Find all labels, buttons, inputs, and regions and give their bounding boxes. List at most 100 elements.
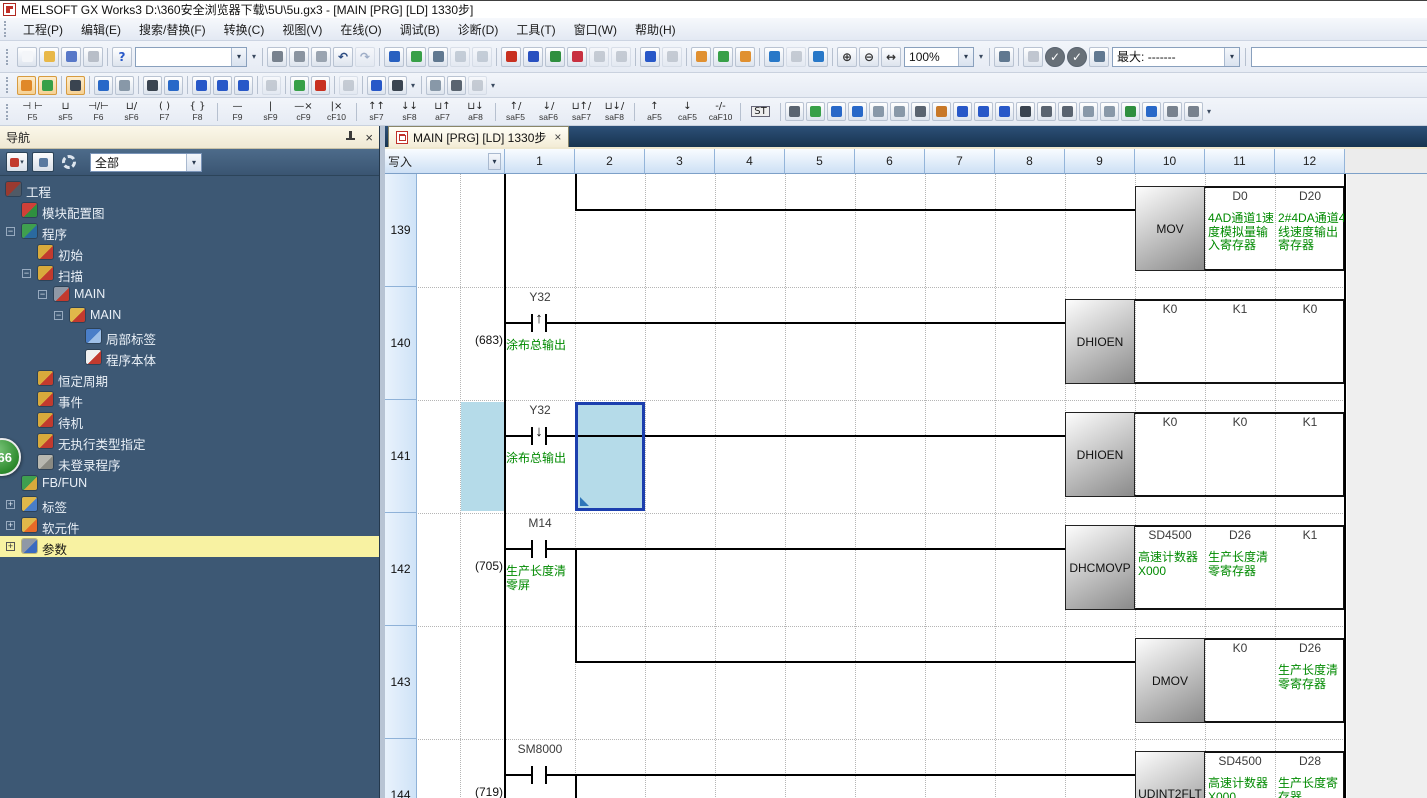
label-edit-icon[interactable] (290, 76, 309, 95)
convert-check-2-icon[interactable]: ✓ (1067, 47, 1087, 67)
menu-item[interactable]: 转换(C) (215, 18, 274, 41)
ladder-symbol-saF6[interactable]: ↓/saF6 (532, 99, 565, 124)
tree-expand-icon[interactable]: − (6, 227, 15, 236)
tree-expand-icon[interactable]: + (6, 542, 15, 551)
sampling-trace-icon[interactable] (262, 76, 281, 95)
device-entry-monitor-icon[interactable] (213, 76, 232, 95)
tab-close-icon[interactable]: × (554, 130, 561, 144)
tree-item-标签[interactable]: +标签 (0, 494, 379, 515)
instruction-DHCMOVP[interactable]: DHCMOVP (1065, 525, 1135, 610)
menu-item[interactable]: 帮助(H) (626, 18, 685, 41)
menu-item[interactable]: 在线(O) (331, 18, 390, 41)
menu-item[interactable]: 工具(T) (507, 18, 564, 41)
device-comment-edit-icon[interactable] (953, 102, 972, 121)
device-record-stop-icon[interactable] (662, 47, 682, 67)
note-edit-icon[interactable] (848, 102, 867, 121)
ladder-symbol-aF8[interactable]: ⊔↓aF8 (459, 99, 492, 124)
menu-item[interactable]: 调试(B) (391, 18, 449, 41)
ladder-symbol-aF5[interactable]: ↑aF5 (638, 99, 671, 124)
settings-button[interactable] (58, 152, 80, 172)
pin-icon[interactable] (345, 131, 356, 143)
ladder-symbol-sF5[interactable]: ⊔sF5 (49, 99, 82, 124)
close-icon[interactable]: × (365, 131, 373, 144)
operand-device[interactable]: D26 (1205, 528, 1275, 542)
operand-device[interactable]: K0 (1205, 641, 1275, 655)
contact-device-name[interactable]: Y32 (505, 403, 575, 417)
tree-expand-icon[interactable]: + (6, 521, 15, 530)
new-file-icon[interactable] (17, 47, 37, 67)
redo-icon[interactable]: ↷ (355, 47, 375, 67)
zoom-fit-icon[interactable]: ↔ (881, 47, 901, 67)
toolbar-overflow-icon[interactable]: ▾ (488, 81, 498, 90)
tab-main-prg[interactable]: MAIN [PRG] [LD] 1330步 × (388, 126, 569, 147)
program-list-icon[interactable] (94, 76, 113, 95)
watch-register-1-icon[interactable] (450, 47, 470, 67)
zoom-out-icon[interactable]: ⊖ (859, 47, 879, 67)
tree-item-程序[interactable]: −程序 (0, 221, 379, 242)
cut-icon[interactable] (267, 47, 287, 67)
ladder-symbol-saF7[interactable]: ⊔↑/saF7 (565, 99, 598, 124)
tree-item-工程[interactable]: 工程 (0, 179, 379, 200)
ladder-symbol-sF7[interactable]: ↑↑sF7 (360, 99, 393, 124)
ladder-symbol-saF5[interactable]: ↑/saF5 (499, 99, 532, 124)
operand-device[interactable]: D26 (1275, 641, 1345, 655)
tree-item-MAIN[interactable]: −MAIN (0, 305, 379, 326)
watch-register-2-icon[interactable] (472, 47, 492, 67)
ladder-symbol-F5[interactable]: ⊣ ⊢F5 (16, 99, 49, 124)
paste-icon[interactable] (311, 47, 331, 67)
device-memory-write-icon[interactable] (384, 47, 404, 67)
convert-check-1-icon[interactable]: ✓ (1045, 47, 1065, 67)
ladder-symbol-caF10[interactable]: -/-caF10 (704, 99, 737, 124)
pointer-branch-icon[interactable] (911, 102, 930, 121)
scan-time-combo[interactable]: 最大: -------▾ (1112, 47, 1240, 67)
monitor-write-1-icon[interactable] (589, 47, 609, 67)
ladder-symbol-F7[interactable]: ( )F7 (148, 99, 181, 124)
tree-item-局部标签[interactable]: 局部标签 (0, 326, 379, 347)
element-selection-icon[interactable] (115, 76, 134, 95)
module-configuration-icon[interactable] (38, 76, 57, 95)
ladder-symbol-sF8[interactable]: ↓↓sF8 (393, 99, 426, 124)
tree-expand-icon[interactable]: − (22, 269, 31, 278)
ladder-symbol-cF10[interactable]: |×cF10 (320, 99, 353, 124)
ladder-symbol-cF9[interactable]: —×cF9 (287, 99, 320, 124)
toolbar-overflow-icon[interactable]: ▾ (976, 52, 986, 61)
menu-item[interactable]: 视图(V) (273, 18, 331, 41)
zoom-level-combo[interactable]: 100%▾ (904, 47, 974, 67)
menu-item[interactable]: 工程(P) (14, 18, 72, 41)
tree-item-未登录程序[interactable]: 未登录程序 (0, 452, 379, 473)
operand-device[interactable]: K1 (1205, 302, 1275, 316)
inline-st-insert-icon[interactable] (785, 102, 804, 121)
ladder-symbol-ST[interactable]: ST (744, 99, 777, 124)
temporary-change-2-icon[interactable] (1184, 102, 1203, 121)
tree-item-事件[interactable]: 事件 (0, 389, 379, 410)
delete-row-icon[interactable] (890, 102, 909, 121)
zoom-in-icon[interactable]: ⊕ (837, 47, 857, 67)
tree-item-FB/FUN[interactable]: FB/FUN (0, 473, 379, 494)
operand-device[interactable]: K0 (1205, 415, 1275, 429)
selected-cell[interactable] (575, 402, 645, 511)
instruction-DMOV[interactable]: DMOV (1135, 638, 1205, 723)
docking-window-icon[interactable] (447, 76, 466, 95)
monitor-status-icon[interactable] (1023, 47, 1043, 67)
instruction-MOV[interactable]: MOV (1135, 186, 1205, 271)
operand-device[interactable]: K0 (1135, 415, 1205, 429)
toolbar-overflow-icon[interactable]: ▾ (1204, 107, 1214, 116)
save-icon[interactable] (61, 47, 81, 67)
user-management-icon[interactable] (468, 76, 487, 95)
device-display-eye-icon[interactable] (367, 76, 386, 95)
menu-item[interactable]: 搜索/替换(F) (130, 18, 215, 41)
operand-device[interactable]: K0 (1135, 302, 1205, 316)
verify-with-plc-icon[interactable] (545, 47, 565, 67)
tree-item-参数[interactable]: +参数 (0, 536, 379, 557)
ladder-symbol-F6[interactable]: ⊣/⊢F6 (82, 99, 115, 124)
tree-item-恒定周期[interactable]: 恒定周期 (0, 368, 379, 389)
contact-device-name[interactable]: SM8000 (505, 742, 575, 756)
tree-item-程序本体[interactable]: 程序本体 (0, 347, 379, 368)
align-statements-icon[interactable] (1079, 102, 1098, 121)
toolbar-overflow-icon[interactable]: ▾ (408, 81, 418, 90)
statement-list-icon[interactable] (827, 102, 846, 121)
quick-find-combo[interactable]: ▾ (135, 47, 247, 67)
edit-connect-line-icon[interactable] (1037, 102, 1056, 121)
ladder-symbol-aF7[interactable]: ⊔↑aF7 (426, 99, 459, 124)
operand-device[interactable]: K0 (1275, 302, 1345, 316)
